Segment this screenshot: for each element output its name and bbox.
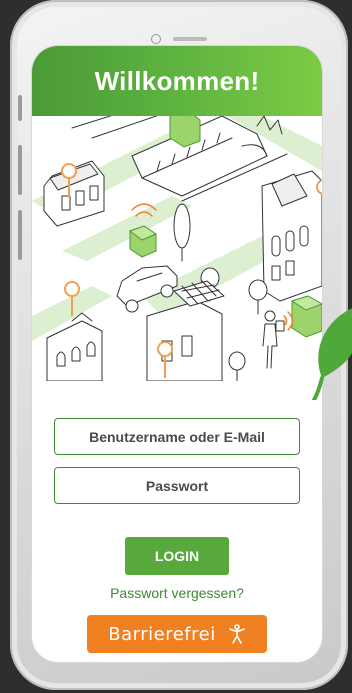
camera-icon: [151, 33, 161, 44]
accessibility-label: Barrierefrei: [108, 623, 216, 645]
leaf-logo: [312, 308, 352, 400]
volume-up-button: [18, 145, 22, 195]
forgot-password-link[interactable]: Passwort vergessen?: [32, 585, 322, 601]
login-button[interactable]: LOGIN: [125, 537, 229, 575]
username-input[interactable]: [54, 418, 300, 455]
city-illustration: [32, 116, 322, 381]
password-input[interactable]: [54, 467, 300, 504]
welcome-header: Willkommen!: [32, 46, 322, 116]
page-title: Willkommen!: [94, 65, 260, 96]
volume-down-button: [18, 210, 22, 260]
accessibility-button[interactable]: Barrierefrei: [87, 615, 267, 653]
login-form: LOGIN Passwort vergessen? Barrierefrei: [32, 418, 322, 653]
accessibility-person-icon: [228, 624, 245, 644]
mute-switch: [18, 95, 22, 121]
app-screen: Willkommen! Benutzername oder E-Mail LOG…: [32, 46, 322, 662]
speaker-grill: [173, 36, 207, 41]
